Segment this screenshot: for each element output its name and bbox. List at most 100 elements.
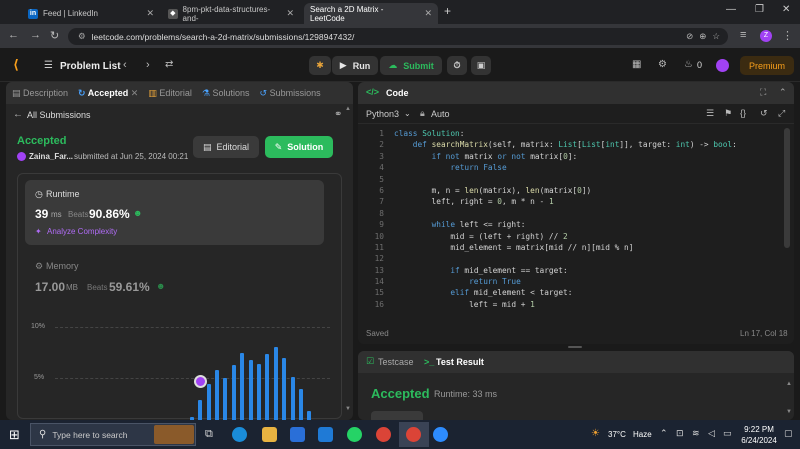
code-line[interactable]: 4 return False [358,162,794,173]
analyze-complexity-link[interactable]: Analyze Complexity [47,227,117,236]
editor-scrollbar[interactable] [784,128,790,248]
clock-date[interactable]: 6/24/2024 [734,436,784,445]
layout-icon[interactable]: ▦ [632,59,641,70]
windows-start-icon[interactable]: ⊞ [9,427,20,443]
submit-button[interactable]: ☁ Submit [380,56,442,75]
language-select[interactable]: Python3 [366,109,399,119]
bookmark-star-icon[interactable]: ☆ [712,31,720,42]
chrome-icon[interactable] [376,427,391,442]
code-line[interactable]: 13 if mid_element == target: [358,265,794,276]
wifi-icon[interactable]: ≋ [692,428,700,439]
mail-icon[interactable] [318,427,333,442]
code-line[interactable]: 11 mid_element = matrix[mid // n][mid % … [358,242,794,253]
debug-icon[interactable]: ✱ [309,56,331,75]
avatar[interactable] [716,59,729,72]
tab-solutions[interactable]: ⚗ Solutions [202,88,250,99]
file-explorer-icon[interactable] [262,427,277,442]
prev-problem-icon[interactable]: ‹ [123,59,127,71]
scroll-up-icon[interactable]: ▲ [786,381,792,387]
site-info-icon[interactable]: ⚙ [78,31,86,42]
reload-icon[interactable]: ↻ [50,29,59,42]
maximize-button[interactable]: ❐ [755,4,764,15]
username[interactable]: Zaina_Far... [29,152,73,161]
all-submissions-link[interactable]: All Submissions [27,110,91,120]
code-line[interactable]: 9 while left <= right: [358,219,794,230]
code-line[interactable]: 1 class Solution: [358,128,794,139]
notes-icon[interactable]: ▣ [471,56,491,75]
menu-icon[interactable]: ⋮ [782,29,793,42]
code-line[interactable]: 2 def searchMatrix(self, matrix: List[Li… [358,139,794,150]
incognito-icon[interactable]: ⊘ [686,31,693,42]
network-icon[interactable]: ⊡ [676,428,684,439]
zoom-icon[interactable]: ⊕ [699,31,706,42]
run-button[interactable]: ▶ Run [332,56,378,75]
tab-leetcode[interactable]: Search a 2D Matrix - LeetCode ✕ [304,3,438,24]
close-icon[interactable]: ✕ [424,8,432,19]
expand-icon[interactable]: ⛶ [760,87,766,98]
url-field[interactable]: ⚙ leetcode.com/problems/search-a-2d-matr… [68,28,728,45]
tab-accepted[interactable]: ↻ Accepted ✕ [78,88,138,99]
solution-button[interactable]: ✎ Solution [265,136,333,158]
reset-icon[interactable]: ↺ [760,108,768,119]
tab-test-result[interactable]: Test Result [436,357,484,367]
scrollbar[interactable]: ▲ ▼ [345,106,351,416]
chrome-profile-icon[interactable] [406,427,421,442]
streak-fire-icon[interactable]: ♨ [684,59,693,70]
tray-chevron-icon[interactable]: ⌃ [660,428,668,439]
forward-icon[interactable]: → [30,29,41,41]
editorial-button[interactable]: ▤ Editorial [193,136,259,158]
code-line[interactable]: 12 [358,253,794,264]
tab-editorial[interactable]: ▥ Editorial [148,88,192,99]
new-tab-button[interactable]: + [444,4,451,18]
task-view-icon[interactable]: ⧉ [205,428,213,441]
back-arrow-icon[interactable]: ← [13,109,23,120]
close-icon[interactable]: ✕ [146,8,154,19]
next-problem-icon[interactable]: › [146,59,150,71]
problem-list-link[interactable]: Problem List [60,61,121,72]
back-icon[interactable]: ← [8,29,19,41]
zoom-app-icon[interactable] [433,427,448,442]
close-window-button[interactable]: ✕ [782,4,790,15]
media-icon[interactable]: ≡ [740,29,746,41]
settings-gear-icon[interactable]: ⚙ [658,59,667,70]
search-highlight-image[interactable] [154,425,194,444]
collapse-icon[interactable]: ⌃ [779,87,787,98]
resize-handle[interactable] [568,346,582,348]
timer-icon[interactable]: ⏱ [447,56,467,75]
scroll-down-icon[interactable]: ▼ [786,409,792,415]
close-icon[interactable]: ✕ [286,8,294,19]
tab-testcase[interactable]: Testcase [378,357,414,367]
memory-section[interactable]: ⚙ Memory 17.00 MB Beats 59.61% ☻ [25,256,324,301]
code-line[interactable]: 3 if not matrix or not matrix[0]: [358,151,794,162]
shuffle-icon[interactable]: ⇄ [165,59,173,70]
tab-submissions[interactable]: ↺ Submissions [260,88,321,99]
format-icon[interactable]: ☰ [706,108,714,119]
notifications-icon[interactable]: ▢ [784,428,793,439]
volume-icon[interactable]: ◁ [708,428,715,439]
leetcode-logo[interactable]: ⟨ [13,57,19,73]
minimize-button[interactable]: — [726,4,736,15]
code-line[interactable]: 7 left, right = 0, m * n - 1 [358,196,794,207]
runtime-card[interactable]: ◷ Runtime 39 ms Beats 90.86% ☻ ✦ Analyze… [25,180,324,245]
tab-github[interactable]: ◆ 8pm-pkt-data-structures-and- ✕ [162,3,300,24]
weather-icon[interactable]: ☀ [591,428,600,439]
clock-time[interactable]: 9:22 PM [738,425,780,434]
profile-avatar[interactable]: Z [760,30,772,42]
tab-linkedin[interactable]: in Feed | LinkedIn ✕ [22,3,160,24]
braces-icon[interactable]: {} [740,108,746,118]
store-icon[interactable] [290,427,305,442]
code-line[interactable]: 5 [358,174,794,185]
code-line[interactable]: 10 mid = (left + right) // 2 [358,231,794,242]
code-line[interactable]: 14 return True [358,276,794,287]
code-line[interactable]: 8 [358,208,794,219]
tab-description[interactable]: ▤ Description [12,88,68,99]
case-button[interactable] [371,411,423,420]
code-line[interactable]: 16 left = mid + 1 [358,299,794,310]
chevron-down-icon[interactable]: ⌄ [404,109,411,118]
whatsapp-icon[interactable] [347,427,362,442]
fullscreen-icon[interactable]: ⤢ [778,108,785,119]
premium-button[interactable]: Premium [740,56,794,75]
link-icon[interactable]: ⚭ [334,109,342,120]
code-line[interactable]: 6 m, n = len(matrix), len(matrix[0]) [358,185,794,196]
autocomplete-mode[interactable]: Auto [431,109,450,119]
